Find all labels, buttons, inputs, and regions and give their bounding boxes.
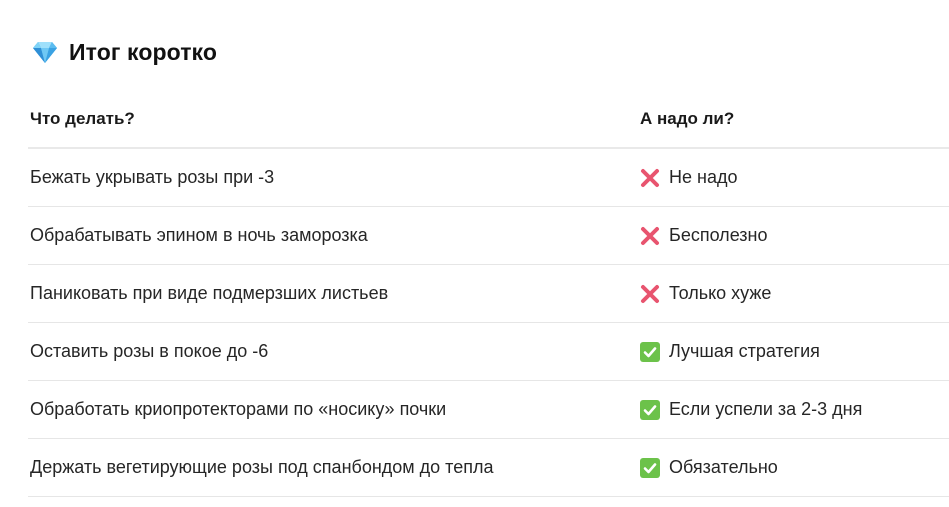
table-row: Обработать криопротекторами по «носику» … [28, 381, 949, 439]
verdict-text: Обязательно [669, 457, 778, 477]
section-heading: Итог коротко [32, 36, 217, 68]
action-cell: Паниковать при виде подмерзших листьев [30, 283, 389, 303]
table-row: Бежать укрывать розы при -3 Не надо [28, 149, 949, 207]
section-title: Итог коротко [69, 38, 218, 65]
cross-mark-icon [640, 168, 660, 188]
action-cell: Обработать криопротекторами по «носику» … [30, 399, 447, 419]
verdict-cell: Только хуже [640, 283, 771, 304]
verdict-text: Если успели за 2-3 дня [669, 399, 863, 419]
check-mark-icon [640, 341, 660, 362]
gem-icon [32, 39, 58, 65]
verdict-cell: Лучшая стратегия [640, 341, 820, 362]
table-row: Обрабатывать эпином в ночь заморозка Бес… [28, 207, 949, 265]
verdict-cell: Если успели за 2-3 дня [640, 399, 862, 420]
action-cell: Оставить розы в покое до -6 [30, 341, 269, 361]
verdict-text: Бесполезно [669, 225, 768, 245]
table-row: Паниковать при виде подмерзших листьев Т… [28, 265, 949, 323]
summary-table: Что делать? А надо ли? Бежать укрывать р… [28, 90, 949, 497]
verdict-cell: Не надо [640, 167, 737, 188]
column-header-verdict: А надо ли? [640, 108, 735, 128]
table-row: Оставить розы в покое до -6 Лучшая страт… [28, 323, 949, 381]
table-row: Держать вегетирующие розы под спанбондом… [28, 439, 949, 497]
verdict-text: Не надо [669, 167, 738, 187]
column-header-action: Что делать? [30, 108, 135, 128]
verdict-text: Лучшая стратегия [669, 341, 820, 361]
action-cell: Держать вегетирующие розы под спанбондом… [30, 457, 494, 477]
verdict-text: Только хуже [669, 283, 772, 303]
action-cell: Бежать укрывать розы при -3 [30, 167, 275, 187]
table-header-row: Что делать? А надо ли? [28, 90, 949, 149]
verdict-cell: Бесполезно [640, 225, 768, 246]
check-mark-icon [640, 399, 660, 420]
action-cell: Обрабатывать эпином в ночь заморозка [30, 225, 368, 245]
verdict-cell: Обязательно [640, 457, 778, 478]
cross-mark-icon [640, 226, 660, 246]
check-mark-icon [640, 457, 660, 478]
cross-mark-icon [640, 284, 660, 304]
